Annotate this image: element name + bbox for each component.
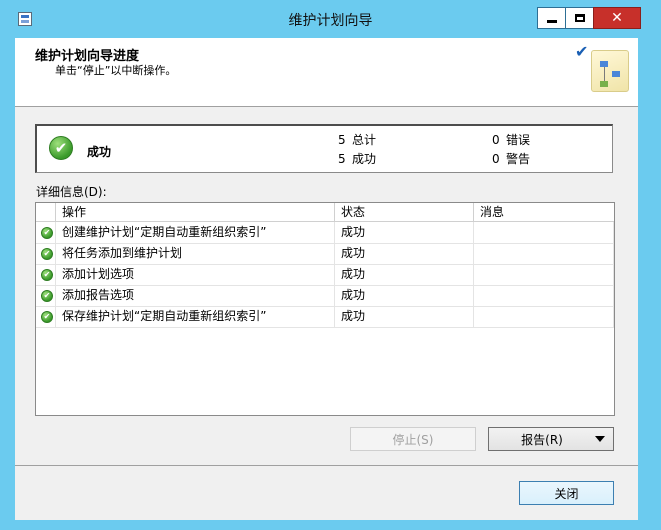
- close-button[interactable]: 关闭: [519, 481, 614, 505]
- row-status: 成功: [335, 264, 474, 285]
- column-header-message[interactable]: 消息: [474, 203, 614, 221]
- minimize-button[interactable]: [537, 7, 565, 29]
- close-window-button[interactable]: ✕: [593, 7, 641, 29]
- maximize-icon: [574, 14, 585, 22]
- success-icon: ✔: [41, 311, 53, 323]
- column-header-icon[interactable]: [36, 203, 56, 221]
- table-row[interactable]: ✔ 将任务添加到维护计划 成功: [36, 243, 614, 265]
- column-header-action[interactable]: 操作: [56, 203, 335, 221]
- dialog-client: 维护计划向导进度 单击“停止”以中断操作。 ✔ ✔ 成功 5 总计 0 错误 5 成功…: [15, 38, 638, 520]
- footer-divider: [15, 465, 638, 466]
- report-button[interactable]: 报告(R): [488, 427, 614, 451]
- wizard-header: 维护计划向导进度 单击“停止”以中断操作。 ✔: [15, 38, 638, 107]
- success-icon: ✔: [41, 269, 53, 281]
- row-message: [474, 243, 614, 264]
- checkmark-icon: ✔: [575, 42, 589, 61]
- row-message: [474, 285, 614, 306]
- stat-warning: 0 警告: [492, 152, 531, 166]
- details-label: 详细信息(D):: [36, 185, 107, 199]
- table-row[interactable]: ✔ 创建维护计划“定期自动重新组织索引” 成功: [36, 222, 614, 244]
- stat-success: 5 成功: [338, 152, 377, 166]
- stat-error: 0 错误: [492, 133, 531, 147]
- column-header-status[interactable]: 状态: [335, 203, 474, 221]
- table-row[interactable]: ✔ 保存维护计划“定期自动重新组织索引” 成功: [36, 306, 614, 328]
- stop-button[interactable]: 停止(S): [350, 427, 476, 451]
- row-message: [474, 264, 614, 285]
- row-action: 添加计划选项: [56, 264, 335, 285]
- row-action: 添加报告选项: [56, 285, 335, 306]
- close-icon: ✕: [611, 10, 623, 26]
- success-icon: ✔: [49, 136, 73, 160]
- row-status: 成功: [335, 243, 474, 264]
- row-action: 将任务添加到维护计划: [56, 243, 335, 264]
- success-icon: ✔: [41, 248, 53, 260]
- details-list[interactable]: 操作 状态 消息 ✔ 创建维护计划“定期自动重新组织索引” 成功 ✔ 将任务添加…: [35, 202, 615, 416]
- title-bar[interactable]: 维护计划向导 ✕: [0, 0, 661, 38]
- success-icon: ✔: [41, 227, 53, 239]
- row-message: [474, 222, 614, 243]
- details-header: 操作 状态 消息: [36, 203, 614, 222]
- row-status: 成功: [335, 285, 474, 306]
- wizard-flowchart-icon: [591, 50, 629, 92]
- wizard-window: 维护计划向导 ✕ 维护计划向导进度 单击“停止”以中断操作。 ✔ ✔ 成功 5总…: [0, 0, 661, 530]
- summary-status: 成功: [87, 145, 112, 159]
- table-row[interactable]: ✔ 添加报告选项 成功: [36, 285, 614, 307]
- table-row[interactable]: ✔ 添加计划选项 成功: [36, 264, 614, 286]
- page-subtitle: 单击“停止”以中断操作。: [55, 64, 177, 77]
- maximize-button[interactable]: [565, 7, 593, 29]
- success-icon: ✔: [41, 290, 53, 302]
- row-action: 创建维护计划“定期自动重新组织索引”: [56, 222, 335, 243]
- progress-summary: ✔ 成功 5 总计 0 错误 5 成功 0 警告: [35, 124, 613, 173]
- row-status: 成功: [335, 306, 474, 327]
- row-status: 成功: [335, 222, 474, 243]
- stat-total: 5 总计: [338, 133, 377, 147]
- dropdown-arrow-icon[interactable]: [595, 436, 605, 442]
- minimize-icon: [546, 19, 557, 23]
- row-action: 保存维护计划“定期自动重新组织索引”: [56, 306, 335, 327]
- row-message: [474, 306, 614, 327]
